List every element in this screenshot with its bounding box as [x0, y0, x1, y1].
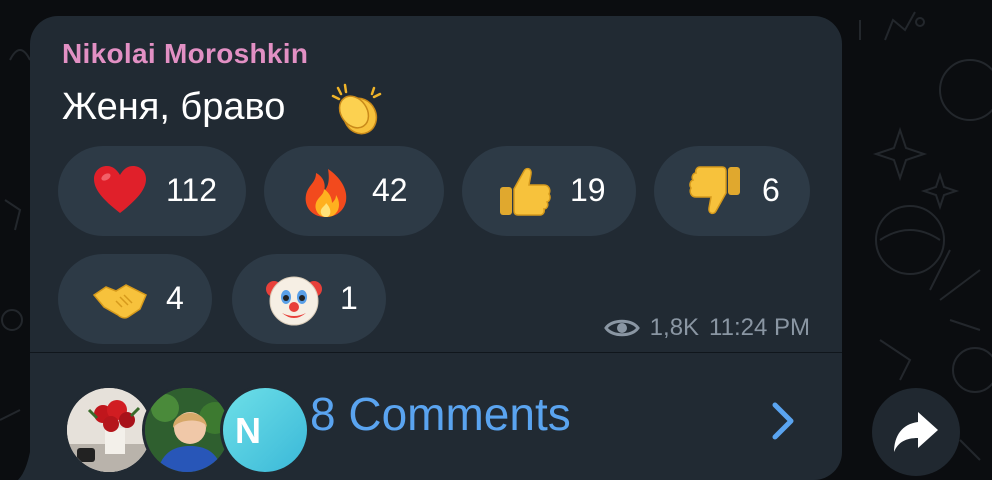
- clapping-hands-icon: [331, 83, 382, 135]
- message-meta: 1,8K 11:24 PM: [603, 314, 810, 342]
- comments-button[interactable]: N 8 Comments: [30, 353, 842, 480]
- avatar: [64, 385, 154, 475]
- flowers-photo-icon: [67, 388, 151, 472]
- reaction-fire[interactable]: 42: [264, 146, 444, 236]
- chevron-right-icon: [772, 402, 794, 440]
- person-photo-icon: [145, 388, 229, 472]
- reaction-count: 4: [166, 280, 184, 316]
- heart-icon: [94, 166, 146, 213]
- fire-icon: [305, 169, 347, 217]
- reaction-heart[interactable]: 112: [58, 146, 246, 236]
- reaction-count: 112: [166, 172, 218, 208]
- thumbs-down-icon: [689, 166, 740, 215]
- view-count: 1,8K: [649, 314, 700, 341]
- message-text: Женя, браво: [62, 86, 286, 128]
- message-time: 11:24 PM: [709, 314, 810, 341]
- reaction-thumbs-down[interactable]: 6: [654, 146, 810, 236]
- reaction-count: 1: [340, 280, 358, 316]
- avatar: [142, 385, 232, 475]
- share-arrow-icon: [894, 412, 938, 452]
- comments-label[interactable]: 8 Comments: [310, 387, 571, 441]
- message-bubble[interactable]: Nikolai Moroshkin Женя, браво 112 42 19: [30, 16, 842, 480]
- reaction-count: 19: [570, 172, 606, 208]
- reaction-clown[interactable]: 1: [232, 254, 386, 344]
- avatar: N: [220, 385, 310, 475]
- reaction-thumbs-up[interactable]: 19: [462, 146, 636, 236]
- reaction-handshake[interactable]: 4: [58, 254, 212, 344]
- thumbs-up-icon: [500, 167, 551, 216]
- reaction-count: 42: [372, 172, 408, 208]
- avatar-letter: N: [235, 410, 261, 451]
- handshake-icon: [92, 284, 147, 319]
- eye-icon: [603, 319, 640, 337]
- clown-face-icon: [266, 276, 322, 326]
- sender-name[interactable]: Nikolai Moroshkin: [62, 38, 308, 70]
- share-button[interactable]: [872, 388, 960, 476]
- reaction-count: 6: [762, 172, 780, 208]
